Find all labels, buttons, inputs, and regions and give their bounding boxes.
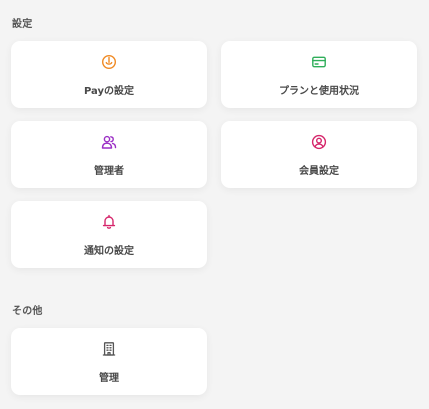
section-title-settings: 設定: [12, 19, 33, 30]
user-circle-icon: [311, 134, 327, 150]
card-label: Payの設定: [83, 86, 135, 97]
card-label: 管理者: [94, 166, 124, 177]
pay-icon: [101, 54, 117, 70]
card-notification-settings[interactable]: 通知の設定: [11, 201, 207, 268]
bell-icon: [101, 214, 117, 230]
card-label: プランと使用状況: [279, 86, 359, 97]
card-plan-usage[interactable]: プランと使用状況: [221, 41, 417, 108]
card-member-settings[interactable]: 会員設定: [221, 121, 417, 188]
card-admins[interactable]: 管理者: [11, 121, 207, 188]
card-label: 通知の設定: [84, 246, 134, 257]
card-pay-settings[interactable]: Payの設定: [11, 41, 207, 108]
card-management[interactable]: 管理: [11, 328, 207, 395]
credit-card-icon: [311, 54, 327, 70]
card-label: 管理: [99, 373, 119, 384]
card-label: 会員設定: [299, 166, 339, 177]
building-icon: [101, 341, 117, 357]
section-title-other: その他: [12, 306, 43, 317]
users-icon: [101, 134, 117, 150]
